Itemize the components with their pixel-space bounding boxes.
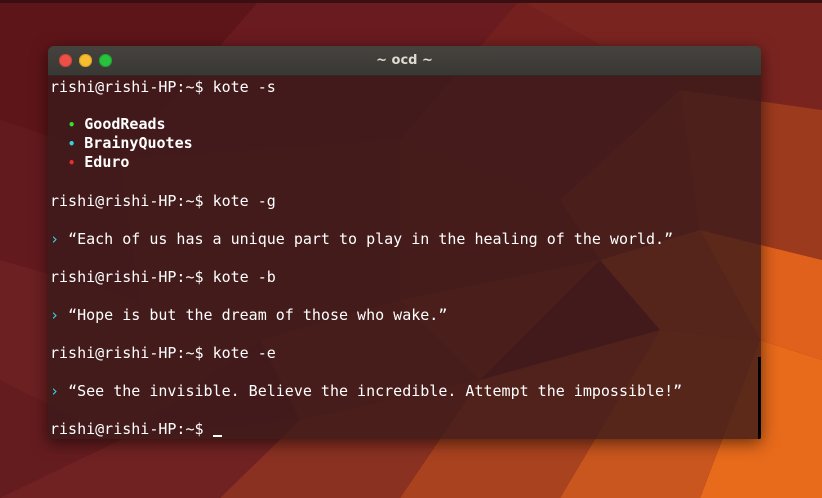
source-item-eduro: • Eduro: [68, 153, 129, 173]
text-cursor: [212, 435, 222, 437]
quote-text: “Hope is but the dream of those who wake…: [68, 306, 448, 324]
window-titlebar[interactable]: ~ ocd ~: [48, 46, 761, 76]
quote-text: “See the invisible. Believe the incredib…: [68, 382, 683, 400]
source-item-brainyquotes: • BrainyQuotes: [68, 134, 193, 154]
quote-text: “Each of us has a unique part to play in…: [68, 230, 674, 248]
command-line: rishi@rishi-HP:~$ kote -g: [50, 192, 276, 211]
red-bullet-icon: •: [68, 156, 76, 170]
arrow-icon: ›: [50, 382, 60, 400]
source-label: BrainyQuotes: [84, 134, 193, 152]
source-label: Eduro: [84, 153, 130, 171]
terminal-window: ~ ocd ~ rishi@rishi-HP:~$ kote -s • Good…: [48, 46, 761, 439]
cyan-bullet-icon: •: [68, 137, 76, 151]
command-line[interactable]: rishi@rishi-HP:~$: [50, 420, 222, 439]
quote-line: › “Each of us has a unique part to play …: [50, 230, 673, 249]
quote-line: › “Hope is but the dream of those who wa…: [50, 306, 447, 325]
scrollbar[interactable]: [758, 357, 761, 439]
command-line: rishi@rishi-HP:~$ kote -e: [50, 344, 276, 363]
terminal-output[interactable]: rishi@rishi-HP:~$ kote -s • GoodReads • …: [48, 76, 761, 439]
source-label: GoodReads: [84, 115, 166, 133]
arrow-icon: ›: [50, 230, 60, 248]
quote-line: › “See the invisible. Believe the incred…: [50, 382, 682, 401]
prompt: rishi@rishi-HP:~$: [50, 420, 213, 438]
arrow-icon: ›: [50, 306, 60, 324]
command-text: kote -g: [212, 192, 276, 210]
command-text: kote -s: [212, 78, 276, 96]
source-item-goodreads: • GoodReads: [68, 115, 166, 135]
window-title: ~ ocd ~: [376, 53, 433, 68]
prompt: rishi@rishi-HP:~$: [50, 268, 213, 286]
command-text: kote -b: [212, 268, 276, 286]
prompt: rishi@rishi-HP:~$: [50, 78, 213, 96]
command-line: rishi@rishi-HP:~$ kote -s: [50, 78, 276, 97]
command-text: kote -e: [212, 344, 276, 362]
prompt: rishi@rishi-HP:~$: [50, 344, 213, 362]
command-line: rishi@rishi-HP:~$ kote -b: [50, 268, 276, 287]
green-bullet-icon: •: [68, 118, 76, 132]
prompt: rishi@rishi-HP:~$: [50, 192, 213, 210]
